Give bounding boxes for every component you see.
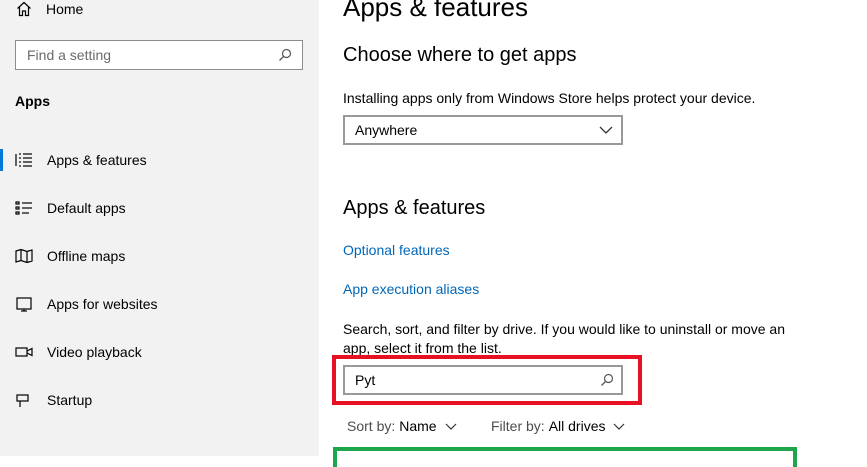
apps-features-heading: Apps & features — [343, 197, 486, 219]
settings-sidebar: Home Find a setting Apps Apps & features — [0, 0, 319, 456]
search-icon[interactable] — [600, 373, 614, 387]
optional-features-link[interactable]: Optional features — [343, 242, 450, 258]
startup-icon — [16, 394, 29, 407]
filter-by-dropdown[interactable]: Filter by: All drives — [491, 418, 625, 434]
sidebar-item-label: Offline maps — [47, 248, 126, 264]
web-app-icon — [16, 297, 32, 312]
home-icon — [17, 1, 31, 17]
filter-by-value: All drives — [548, 418, 606, 434]
app-source-dropdown[interactable]: Anywhere — [343, 115, 623, 145]
sidebar-item-default-apps[interactable]: Default apps — [0, 196, 319, 220]
sidebar-item-label: Default apps — [47, 200, 126, 216]
map-icon — [15, 248, 33, 264]
search-icon[interactable] — [278, 48, 292, 62]
chevron-down-icon — [599, 126, 613, 134]
page-title: Apps & features — [343, 0, 528, 22]
search-description: Search, sort, and filter by drive. If yo… — [343, 321, 785, 356]
sidebar-item-label: Apps & features — [47, 152, 147, 168]
filter-by-label: Filter by: — [491, 418, 545, 434]
list-detail-icon — [15, 153, 32, 167]
sort-by-value: Name — [399, 418, 437, 434]
main-content: Apps & features Choose where to get apps… — [319, 0, 867, 467]
list-check-icon — [15, 201, 32, 215]
sidebar-item-label: Video playback — [47, 344, 142, 360]
app-source-value: Anywhere — [355, 122, 418, 138]
app-search-input[interactable]: Pyt — [343, 365, 623, 395]
green-highlight-box — [333, 447, 797, 467]
app-search-value: Pyt — [355, 372, 376, 388]
find-setting-placeholder: Find a setting — [27, 47, 112, 63]
choose-apps-description: Installing apps only from Windows Store … — [343, 90, 756, 106]
selection-indicator — [0, 149, 3, 171]
choose-apps-heading: Choose where to get apps — [343, 44, 577, 66]
home-nav-item[interactable]: Home — [16, 0, 83, 18]
sidebar-item-apps-for-websites[interactable]: Apps for websites — [0, 292, 319, 316]
sort-by-dropdown[interactable]: Sort by: Name — [347, 418, 457, 434]
sidebar-item-apps-features[interactable]: Apps & features — [0, 148, 319, 172]
home-label: Home — [46, 1, 84, 17]
sidebar-item-label: Startup — [47, 392, 93, 408]
sidebar-item-video-playback[interactable]: Video playback — [0, 340, 319, 364]
sort-by-label: Sort by: — [347, 418, 396, 434]
find-setting-search[interactable]: Find a setting — [15, 40, 303, 70]
app-execution-aliases-link[interactable]: App execution aliases — [343, 281, 479, 297]
sidebar-section-title: Apps — [15, 93, 50, 109]
sidebar-item-startup[interactable]: Startup — [0, 388, 319, 412]
chevron-down-icon — [614, 423, 625, 430]
video-icon — [15, 347, 33, 357]
chevron-down-icon — [445, 423, 457, 430]
sidebar-item-offline-maps[interactable]: Offline maps — [0, 244, 319, 268]
sidebar-item-label: Apps for websites — [47, 296, 158, 312]
